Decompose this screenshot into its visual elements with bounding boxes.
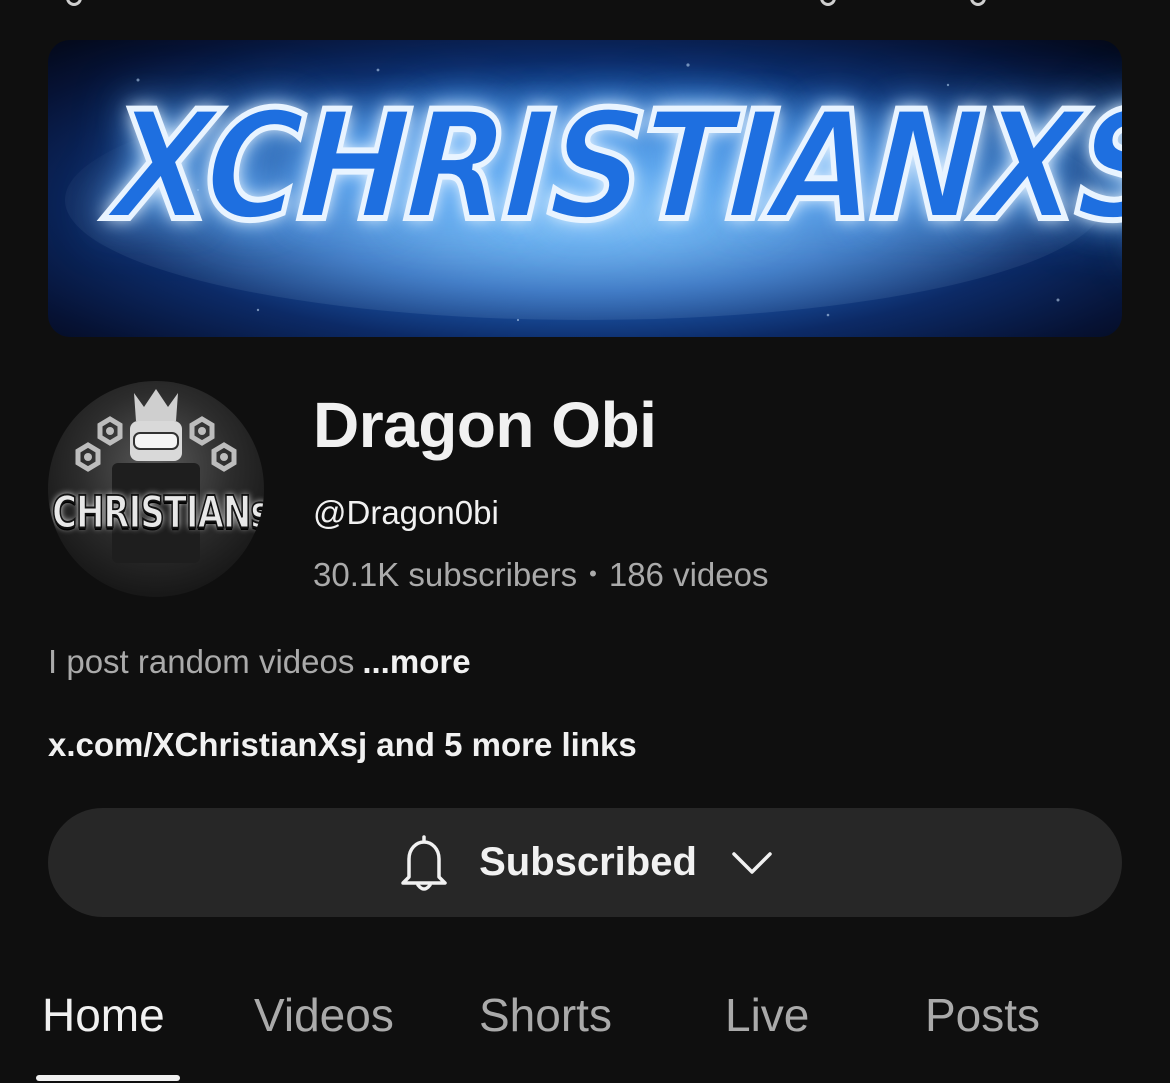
back-icon[interactable]	[66, 0, 82, 6]
video-count: 186 videos	[608, 556, 769, 593]
tab-live[interactable]: Live	[725, 988, 809, 1042]
channel-banner: XCHRISTIANXSJ	[48, 40, 1122, 337]
crown-icon	[134, 389, 178, 421]
subscribed-label: Subscribed	[479, 840, 697, 884]
avatar-caption: CHRISTIANs	[51, 486, 264, 540]
channel-name: Dragon Obi	[313, 389, 657, 461]
bell-icon	[401, 834, 447, 891]
cast-icon[interactable]	[820, 0, 836, 6]
channel-page: XCHRISTIANXSJ CHRISTIANs Dragon Obi @Dra…	[0, 0, 1170, 1083]
subscriber-count: 30.1K subscribers	[313, 556, 578, 593]
channel-stats: 30.1K subscribers • 186 videos	[313, 556, 768, 594]
subscribed-button[interactable]: Subscribed	[48, 808, 1122, 917]
description-text: I post random videos	[48, 643, 355, 680]
tab-posts[interactable]: Posts	[925, 988, 1040, 1042]
more-link[interactable]: ...more	[362, 643, 470, 680]
top-toolbar-clipped	[0, 0, 1170, 10]
stats-separator: •	[589, 561, 597, 586]
active-tab-indicator	[36, 1075, 180, 1081]
channel-tabs: Home Videos Shorts Live Posts	[0, 980, 1170, 1083]
channel-handle: @Dragon0bi	[313, 494, 499, 531]
banner-title: XCHRISTIANXSJ	[104, 77, 1122, 257]
channel-links[interactable]: x.com/XChristianXsj and 5 more links	[48, 726, 637, 764]
tab-videos[interactable]: Videos	[254, 988, 394, 1042]
search-icon[interactable]	[970, 0, 986, 6]
avatar[interactable]: CHRISTIANs	[48, 381, 264, 597]
channel-description[interactable]: I post random videos ...more	[48, 643, 471, 681]
tab-shorts[interactable]: Shorts	[479, 988, 612, 1042]
chevron-down-icon	[732, 851, 772, 874]
tab-home[interactable]: Home	[42, 988, 165, 1042]
